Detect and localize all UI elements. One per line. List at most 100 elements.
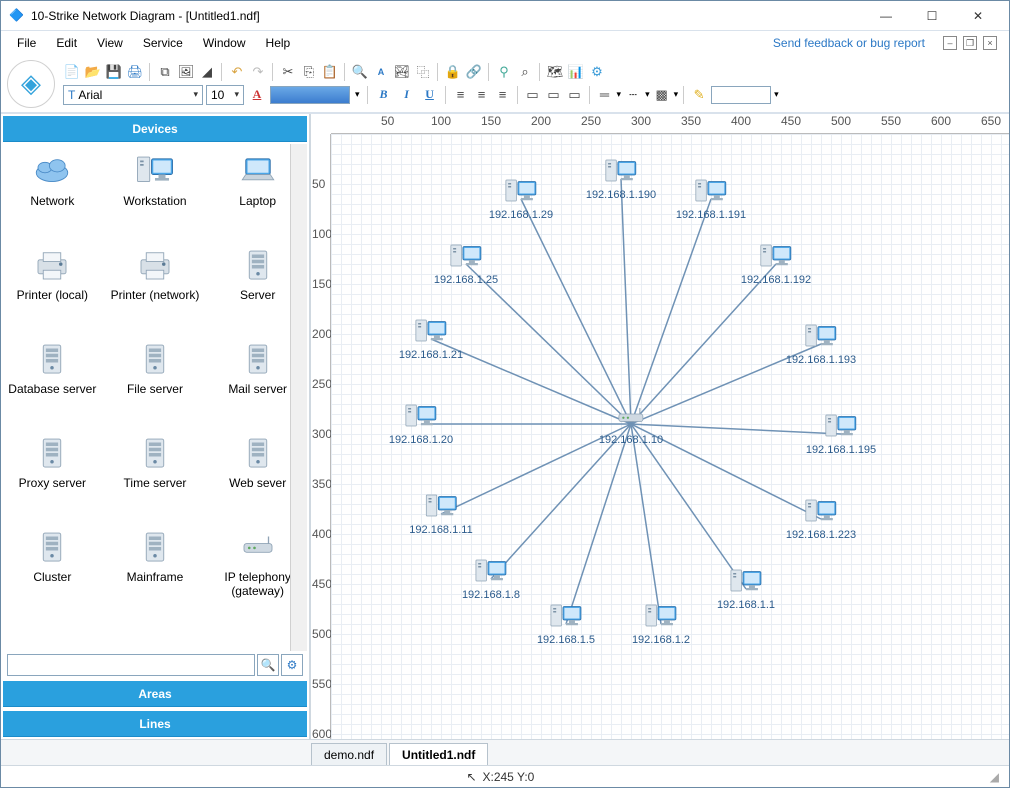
network-node[interactable]: 192.168.1.8	[462, 557, 520, 601]
device-item-server[interactable]: Server	[213, 244, 303, 338]
device-item-database-server[interactable]: Database server	[7, 338, 97, 432]
network-node[interactable]: 192.168.1.25	[434, 242, 498, 286]
menu-service[interactable]: Service	[135, 34, 191, 52]
new-button[interactable]: 📄	[63, 63, 81, 81]
network-node[interactable]: 192.168.1.195	[806, 412, 876, 456]
network-node[interactable]: 192.168.1.20	[389, 402, 453, 446]
device-item-laptop[interactable]: Laptop	[213, 150, 303, 244]
valign-bottom-button[interactable]: ▭	[566, 86, 584, 104]
lock-button[interactable]: 🔒	[444, 63, 462, 81]
image-button[interactable]: 🖼	[177, 63, 195, 81]
font-combo[interactable]: T Arial▾	[63, 85, 203, 105]
network-node[interactable]: 192.168.1.29	[489, 177, 553, 221]
diagram-canvas[interactable]: 192.168.1.29 192.168.1.190 192.168.1.191 19…	[331, 134, 1009, 739]
fill-color-swatch[interactable]	[270, 86, 350, 104]
network-node[interactable]: 192.168.1.21	[399, 317, 463, 361]
network-node[interactable]: 192.168.1.223	[786, 497, 856, 541]
device-label: Server	[240, 288, 275, 302]
search-network-button[interactable]: ⌕	[516, 63, 534, 81]
link-button[interactable]: 🔗	[465, 63, 483, 81]
align-left-button[interactable]: ≡	[452, 86, 470, 104]
mdi-minimize-button[interactable]: –	[943, 36, 957, 50]
device-item-mail-server[interactable]: Mail server	[213, 338, 303, 432]
menu-window[interactable]: Window	[195, 34, 254, 52]
device-item-mainframe[interactable]: Mainframe	[110, 526, 200, 620]
menu-view[interactable]: View	[89, 34, 131, 52]
menu-file[interactable]: File	[9, 34, 44, 52]
device-item-proxy-server[interactable]: Proxy server	[7, 432, 97, 526]
line-style-button[interactable]: ═	[596, 86, 614, 104]
map-button[interactable]: 🗺	[546, 63, 564, 81]
bold-button[interactable]: B	[374, 85, 394, 105]
font-size-combo[interactable]: 10▾	[206, 85, 244, 105]
valign-middle-button[interactable]: ▭	[545, 86, 563, 104]
device-item-cluster[interactable]: Cluster	[7, 526, 97, 620]
paste-button[interactable]: 📋	[321, 63, 339, 81]
align-right-button[interactable]: ≡	[494, 86, 512, 104]
open-button[interactable]: 📂	[84, 63, 102, 81]
device-search-button[interactable]: 🔍	[257, 654, 279, 676]
network-node[interactable]: 192.168.1.190	[586, 157, 656, 201]
settings-button[interactable]: ⚙	[588, 63, 606, 81]
menu-help[interactable]: Help	[258, 34, 299, 52]
menu-edit[interactable]: Edit	[48, 34, 85, 52]
maximize-button[interactable]: ☐	[909, 1, 955, 31]
areas-header[interactable]: Areas	[3, 681, 307, 707]
network-node[interactable]: 192.168.1.5	[537, 602, 595, 646]
app-logo[interactable]: ◈	[7, 60, 55, 108]
shape-button[interactable]: ◢	[198, 63, 216, 81]
close-button[interactable]: ✕	[955, 1, 1001, 31]
feedback-link[interactable]: Send feedback or bug report	[773, 36, 935, 50]
device-config-button[interactable]: ⚙	[281, 654, 303, 676]
network-node[interactable]: 192.168.1.10	[599, 402, 663, 446]
valign-top-button[interactable]: ▭	[524, 86, 542, 104]
export-button[interactable]: ⧉	[156, 63, 174, 81]
insert-image-button[interactable]: 🏞	[393, 63, 411, 81]
device-label: Workstation	[123, 194, 186, 208]
copy-button[interactable]: ⎘	[300, 63, 318, 81]
align-center-button[interactable]: ≡	[473, 86, 491, 104]
device-search-input[interactable]	[7, 654, 255, 676]
italic-button[interactable]: I	[397, 85, 417, 105]
underline-button[interactable]: U	[420, 85, 440, 105]
mdi-close-button[interactable]: ×	[983, 36, 997, 50]
lines-header[interactable]: Lines	[3, 711, 307, 737]
network-node[interactable]: 192.168.1.2	[632, 602, 690, 646]
network-node[interactable]: 192.168.1.192	[741, 242, 811, 286]
device-item-file-server[interactable]: File server	[110, 338, 200, 432]
font-color-button[interactable]: A	[247, 85, 267, 105]
canvas-area[interactable]: 50100150200250300350400450500550600650 5…	[311, 114, 1009, 739]
device-item-workstation[interactable]: Workstation	[110, 150, 200, 244]
mdi-restore-button[interactable]: ❐	[963, 36, 977, 50]
undo-button[interactable]: ↶	[228, 63, 246, 81]
network-node[interactable]: 192.168.1.191	[676, 177, 746, 221]
device-item-printer-network-[interactable]: Printer (network)	[110, 244, 200, 338]
text-button[interactable]: A	[372, 63, 390, 81]
scan-button[interactable]: ⚲	[495, 63, 513, 81]
group-button[interactable]: ⿻	[414, 63, 432, 81]
secondary-color-swatch[interactable]	[711, 86, 771, 104]
device-item-printer-local-[interactable]: Printer (local)	[7, 244, 97, 338]
print-button[interactable]: 🖨	[126, 63, 144, 81]
network-node[interactable]: 192.168.1.11	[409, 492, 472, 536]
device-item-network[interactable]: Network	[7, 150, 97, 244]
redo-button[interactable]: ↷	[249, 63, 267, 81]
minimize-button[interactable]: —	[863, 1, 909, 31]
device-item-ip-telephony-gateway-[interactable]: IP telephony (gateway)	[213, 526, 303, 620]
find-button[interactable]: 🔍	[351, 63, 369, 81]
color-picker-button[interactable]: ✎	[690, 86, 708, 104]
report-button[interactable]: 📊	[567, 63, 585, 81]
device-item-web-sever[interactable]: Web sever	[213, 432, 303, 526]
network-node[interactable]: 192.168.1.1	[717, 567, 775, 611]
network-node[interactable]: 192.168.1.193	[786, 322, 856, 366]
pattern-button[interactable]: ▩	[653, 86, 671, 104]
device-label: Database server	[8, 382, 96, 396]
cut-button[interactable]: ✂	[279, 63, 297, 81]
device-item-time-server[interactable]: Time server	[110, 432, 200, 526]
save-button[interactable]: 💾	[105, 63, 123, 81]
resize-grip[interactable]: ◢	[990, 770, 999, 784]
tab-untitled[interactable]: Untitled1.ndf	[389, 743, 488, 765]
dash-style-button[interactable]: ┄	[624, 86, 642, 104]
tab-demo[interactable]: demo.ndf	[311, 743, 387, 765]
devices-header[interactable]: Devices	[3, 116, 307, 142]
